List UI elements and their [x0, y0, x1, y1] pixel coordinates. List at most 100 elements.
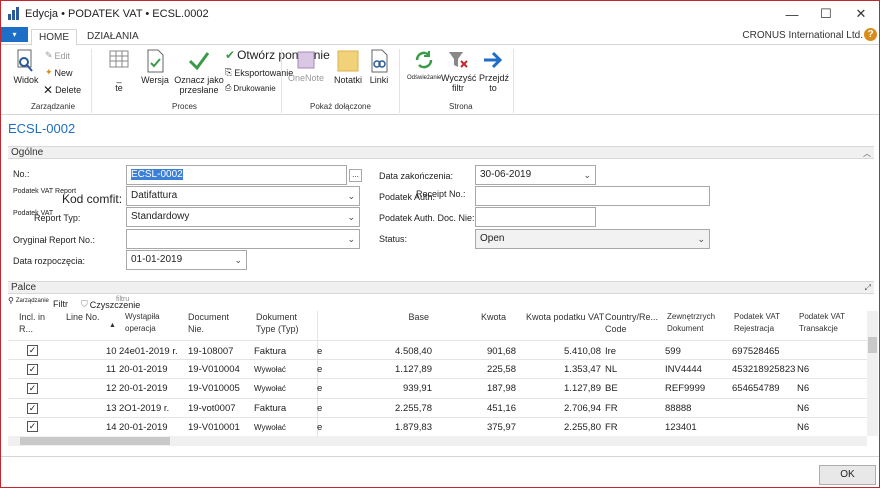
cell-stub: e	[317, 364, 323, 375]
cell-amount: 451,16	[486, 403, 516, 414]
incl-checkbox[interactable]: ✓	[27, 364, 38, 375]
start-date-label: Data rozpoczęcia:	[13, 256, 86, 266]
view-icon	[17, 49, 33, 72]
col-header-posting-date[interactable]: Wystąpiła operacja	[125, 311, 169, 335]
company-name[interactable]: CRONUS International Ltd.	[742, 30, 863, 41]
cell-base: 4.508,40	[395, 346, 432, 357]
edit-button[interactable]: ✎ Edit	[45, 50, 70, 61]
col-header-incl[interactable]: Incl. in R...	[19, 311, 45, 335]
version-button[interactable]: Wersja	[140, 49, 170, 85]
auth-doc-field[interactable]	[475, 207, 596, 227]
edit-icon: ✎	[45, 50, 53, 60]
notes-button[interactable]: Notatki	[332, 49, 364, 85]
cell-vat-reg: 453218925823	[732, 364, 796, 375]
window-title: Edycja • PODATEK VAT • ECSL.0002	[25, 8, 209, 20]
refresh-button[interactable]: Odświeżanie	[407, 49, 441, 83]
minimize-button[interactable]: —	[775, 1, 809, 27]
cell-vat-trans: N6	[797, 383, 810, 394]
cell-stub: e	[317, 346, 323, 357]
clear-filter-icon: ⛉	[81, 299, 88, 309]
link-icon	[371, 49, 388, 73]
cell-external-doc: INV4444	[665, 364, 702, 375]
export-button[interactable]: ⎘ Eksportowanie	[225, 67, 293, 78]
lines-clear-filter-button[interactable]: ⛉ Czyszczenie	[81, 299, 140, 310]
no-field[interactable]: ECSL-0002	[126, 165, 347, 185]
goto-button[interactable]: Przejdź to	[479, 49, 510, 93]
tab-actions[interactable]: DZIAŁANIA	[80, 29, 146, 44]
print-button[interactable]: ⎙ Drukowanie	[225, 83, 276, 93]
vertical-scrollbar[interactable]	[867, 311, 878, 436]
collapse-icon[interactable]: ︿	[863, 148, 871, 159]
cell-document-type: Faktura	[254, 403, 287, 414]
incl-checkbox[interactable]: ✓	[27, 345, 38, 356]
scroll-thumb[interactable]	[20, 437, 170, 445]
auth-receipt-field[interactable]	[475, 186, 710, 206]
incl-checkbox[interactable]: ✓	[27, 403, 38, 414]
tab-home[interactable]: HOME	[31, 29, 77, 46]
lines-toolbar: ⚲ Zarządzanie Filtr ⛉ Czyszczenie filtru	[8, 296, 874, 310]
mark-as-sent-button[interactable]: Oznacz jako przesłane	[173, 49, 225, 95]
cell-posting-date: 20-01-2019	[119, 364, 168, 375]
lines-manage-label: Zarządzanie	[15, 297, 49, 304]
onenote-button[interactable]: OneNote	[288, 49, 324, 83]
lines-filter-button[interactable]: Filtr	[53, 299, 68, 309]
grid-header-divider	[8, 340, 867, 341]
cell-external-doc: 88888	[665, 403, 692, 414]
no-label: No.:	[13, 169, 30, 179]
help-icon[interactable]: ?	[864, 28, 877, 41]
col-header-document-type[interactable]: Dokument Type (Typ)	[256, 311, 306, 335]
app-icon	[8, 7, 21, 20]
onenote-label: OneNote	[288, 73, 325, 83]
new-button[interactable]: ✦ New	[45, 67, 73, 78]
incl-checkbox[interactable]: ✓	[27, 383, 38, 394]
general-fasttab-header[interactable]: Ogólne ︿	[8, 146, 874, 159]
file-menu-button[interactable]: ▾	[1, 27, 28, 42]
lines-fasttab-header[interactable]: Palce ⤢	[8, 281, 874, 294]
col-header-amount[interactable]: Kwota	[466, 311, 506, 323]
group-label-page: Strona	[449, 102, 473, 111]
close-button[interactable]: ✕	[844, 1, 878, 27]
start-date-field[interactable]: 01-01-2019 ⌄	[126, 250, 247, 270]
goto-label: Przejdź to	[479, 73, 510, 93]
col-header-vat-trans[interactable]: Podatek VAT Transakcje	[799, 311, 849, 335]
cell-vat-amount: 1.353,47	[564, 364, 601, 375]
horizontal-scrollbar[interactable]	[8, 436, 867, 446]
links-button[interactable]: Linki	[367, 49, 391, 85]
cell-document-type: Wywołać	[254, 384, 286, 393]
print-icon: ⎙	[225, 83, 232, 92]
row-divider	[8, 359, 867, 360]
cell-vat-amount: 2.706,94	[564, 403, 601, 414]
col-header-country[interactable]: Country/Re... Code	[605, 311, 663, 335]
end-date-field[interactable]: 30-06-2019 ⌄	[475, 165, 596, 185]
scroll-thumb[interactable]	[868, 337, 877, 353]
unknown-process-button[interactable]: _ te	[104, 49, 134, 93]
ribbon: Widok ✎ Edit ✦ New ✕ Delete Zarządzanie _ t…	[1, 45, 879, 115]
links-label: Linki	[369, 75, 389, 85]
status-field[interactable]: Open ⌄	[475, 229, 710, 249]
expand-icon[interactable]: ⤢	[865, 283, 871, 293]
report-config-code-field[interactable]: Datifattura ⌄	[126, 186, 360, 206]
col-header-document-no[interactable]: Document Nie.	[188, 311, 238, 335]
chevron-down-icon: ⌄	[347, 234, 355, 244]
col-header-vat-reg[interactable]: Podatek VAT Rejestracja	[734, 311, 784, 335]
ok-button[interactable]: OK	[819, 465, 876, 485]
delete-button[interactable]: ✕ Delete	[43, 83, 81, 97]
col-header-base[interactable]: Base	[379, 311, 429, 323]
view-button[interactable]: Widok	[11, 49, 41, 85]
col-header-external-doc[interactable]: Zewnętrzrych Dokument	[667, 311, 727, 335]
incl-checkbox[interactable]: ✓	[27, 421, 38, 432]
end-date-label: Data zakończenia:	[379, 171, 454, 181]
col-header-line-no[interactable]: Line No.	[66, 311, 100, 323]
new-label: New	[54, 67, 73, 78]
report-type-field[interactable]: Standardowy ⌄	[126, 207, 360, 227]
cell-line-no: 11	[106, 364, 116, 375]
lines-manage-button[interactable]: ⚲ Zarządzanie	[8, 296, 49, 305]
col-header-vat-amount[interactable]: Kwota podatku VAT	[526, 311, 604, 323]
cell-external-doc: 123401	[665, 422, 697, 433]
maximize-button[interactable]: ☐	[809, 1, 843, 27]
original-report-field[interactable]: ⌄	[126, 229, 360, 249]
no-lookup-button[interactable]: ...	[349, 169, 362, 182]
note-icon	[337, 50, 359, 72]
clear-filter-button[interactable]: Wyczyść filtr	[441, 49, 476, 93]
cell-external-doc: REF9999	[665, 383, 706, 394]
